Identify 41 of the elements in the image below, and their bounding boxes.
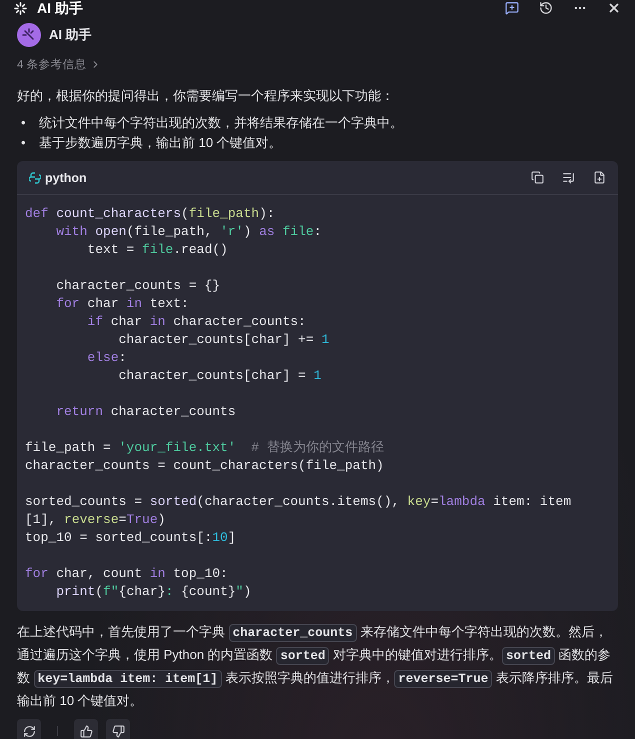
code-line: character_counts[char] += 1 [118,331,330,349]
history-icon[interactable] [539,1,553,15]
code-line: file_path = 'your_file.txt' # 替换为你的文件路径 [25,439,385,457]
code-line: with open(file_path, 'r') as file: [55,223,323,241]
author-name: AI 助手 [49,26,92,44]
bullet-text: 基于步数遍历字典，输出前 10 个键值对。 [39,134,282,152]
thumbs-up-button[interactable] [74,719,98,739]
copy-icon[interactable] [531,171,544,184]
code-line: text = file.read() [86,241,229,259]
code-line: top_10 = sorted_counts[:10] [25,529,237,547]
code-line: return character_counts [55,403,237,421]
explanation-text: 在上述代码中，首先使用了一个字典 character_counts 来存储文件中每个字符出现的次数。然后，通过遍历这个字典，使用 Python 的内置函数 sorted 对字典中的键值对进行排序。 sorted 函数的参数 key=lambda item: item[1] 表示按照字典的值进行排序， reverse=True 表示降序排序。最后输出前 10 个键值对。 [17,623,614,710]
bullet-marker: • [21,134,27,152]
refresh-icon [22,724,36,738]
bullet-marker: • [21,114,27,132]
code-line: print(f"{char}: {count}") [55,583,252,601]
sparkle-icon [14,2,27,14]
bullet-text: 统计文件中每个字符出现的次数，并将结果存储在一个字典中。 [39,114,403,132]
language-label: python [45,170,88,184]
panel-title: AI 助手 [37,0,84,16]
thumbs-up-icon [80,724,92,738]
code-line: [1], reverse=True) [25,511,166,529]
code-line: if char in character_counts: [86,313,307,331]
new-file-icon[interactable] [593,171,606,184]
insert-icon[interactable] [562,171,575,184]
code-line: else: [86,349,128,367]
code-line: sorted_counts = sorted(character_counts.items(), key=lambda item: item [25,493,572,511]
assistant-avatar [17,23,41,47]
code-line: for char, count in top_10: [25,565,229,583]
new-chat-icon[interactable] [505,1,519,15]
code-line: character_counts[char] = 1 [118,367,322,385]
thumbs-down-icon [112,724,124,738]
code-line: def count_characters(file_path): [25,205,276,223]
regenerate-button[interactable] [17,719,41,739]
references-link[interactable]: 4 条参考信息 [17,57,101,72]
code-line: character_counts = count_characters(file_path) [25,457,385,475]
code-line: character_counts = {} [55,277,222,295]
close-icon[interactable] [607,1,621,15]
code-line: for char in text: [55,295,190,313]
thumbs-down-button[interactable] [106,719,130,739]
intro-text: 好的，根据你的提问得出，你需要编写一个程序来实现以下功能： [17,87,395,105]
